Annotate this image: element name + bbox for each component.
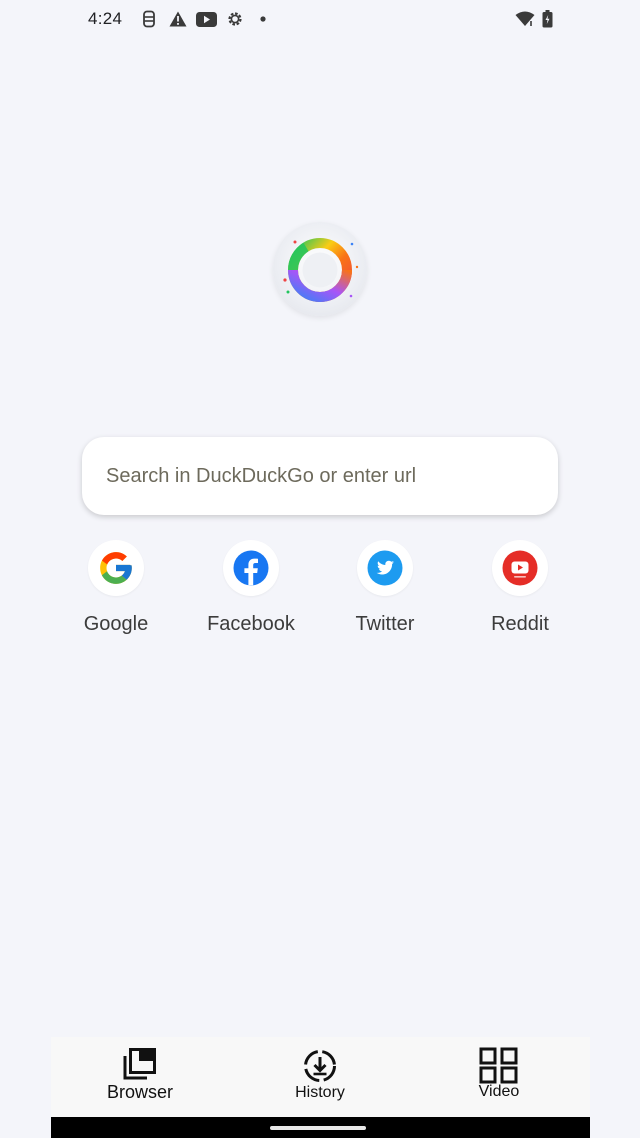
search-box[interactable] [82, 437, 558, 515]
youtube-red-icon[interactable] [492, 540, 548, 596]
shortcut-label: Reddit [491, 613, 549, 635]
gesture-handle[interactable] [270, 1126, 366, 1130]
shortcut-google[interactable]: Google [46, 540, 186, 636]
nav-label: Browser [106, 1082, 173, 1102]
wifi-icon [514, 10, 536, 28]
system-navigation-bar [51, 1117, 590, 1138]
google-icon[interactable] [88, 540, 144, 596]
shortcut-facebook[interactable]: Facebook [181, 540, 321, 636]
status-time: 4:24 [88, 9, 123, 28]
app-logo [273, 222, 367, 316]
nav-history[interactable]: History [250, 1037, 390, 1117]
sim-card-icon [140, 10, 158, 28]
search-input[interactable] [106, 437, 536, 515]
twitter-icon[interactable] [357, 540, 413, 596]
battery-icon [540, 10, 554, 28]
shortcut-label: Facebook [207, 613, 295, 635]
facebook-icon[interactable] [223, 540, 279, 596]
shortcut-reddit[interactable]: Reddit [450, 540, 590, 636]
bottom-navigation: Browser History Video [51, 1037, 590, 1117]
nav-label: Video [478, 1083, 520, 1100]
shortcut-label: Twitter [355, 613, 415, 635]
nav-video[interactable]: Video [429, 1037, 569, 1117]
notification-dot-icon [259, 10, 267, 28]
warning-icon [168, 10, 188, 28]
youtube-icon [195, 10, 217, 28]
shortcut-twitter[interactable]: Twitter [315, 540, 455, 636]
settings-icon [225, 10, 245, 28]
app-logo-ring-icon [283, 238, 359, 302]
history-download-icon [302, 1049, 338, 1088]
browser-tabs-icon [122, 1047, 158, 1086]
shortcut-label: Google [83, 613, 149, 635]
nav-label: History [295, 1084, 345, 1101]
status-bar: 4:24 [0, 0, 640, 40]
nav-browser[interactable]: Browser [70, 1037, 210, 1117]
